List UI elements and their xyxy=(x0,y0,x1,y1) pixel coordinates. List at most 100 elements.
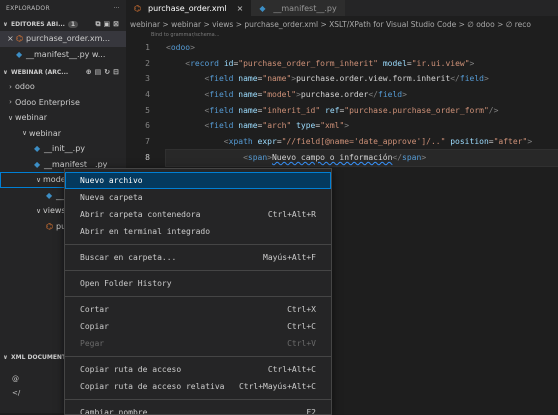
menu-item-label: Abrir carpeta contenedora xyxy=(80,210,201,219)
code-line[interactable]: <field name="inherit_id" ref="purchase.p… xyxy=(166,103,558,119)
menu-item-nuevo-archivo[interactable]: Nuevo archivo xyxy=(65,172,331,189)
menu-item-shortcut: Ctrl+V xyxy=(287,339,316,348)
menu-item-label: Abrir en terminal integrado xyxy=(80,227,211,236)
code-token: field xyxy=(209,121,234,131)
chevron-down-icon: ∨ xyxy=(7,113,14,122)
code-token: > xyxy=(469,58,475,68)
code-token: Nuevo campo o información xyxy=(271,152,393,162)
menu-item-abrir-en-terminal-integrado[interactable]: Abrir en terminal integrado xyxy=(65,223,331,240)
code-token: "name" xyxy=(262,74,292,84)
menu-item-label: Cambiar nombre xyxy=(80,408,148,415)
python-file-icon: ◆ xyxy=(16,49,23,59)
menu-item-label: Pegar xyxy=(80,339,105,348)
tree-item-odoo-enterprise[interactable]: › Odoo Enterprise xyxy=(0,95,126,111)
code-token: "ir.ui.view" xyxy=(411,58,470,68)
code-token: </ xyxy=(392,152,403,162)
tree-item-webinar-sub[interactable]: ∨ webinar xyxy=(0,126,126,142)
code-token: "purchase_order_form_inherit" xyxy=(238,58,378,68)
tree-item-label: Odoo Enterprise xyxy=(15,97,80,107)
line-number: 4 xyxy=(145,90,150,100)
chevron-down-icon: ∨ xyxy=(35,175,42,184)
menu-item-nueva-carpeta[interactable]: Nueva carpeta xyxy=(65,189,331,206)
line-number: 6 xyxy=(145,121,150,131)
code-line[interactable]: <field name="name">purchase.order.view.f… xyxy=(166,71,558,87)
menu-item-label: Cortar xyxy=(80,305,109,314)
workspace-section[interactable]: ∨ WEBINAR (ARC... ⊕▤↻⊟ xyxy=(0,65,126,79)
line-number: 1 xyxy=(145,43,150,52)
close-icon[interactable]: × xyxy=(7,34,16,43)
menu-item-cortar[interactable]: Cortar Ctrl+X xyxy=(65,301,331,318)
menu-separator xyxy=(65,356,331,357)
menu-item-copiar[interactable]: Copiar Ctrl+C xyxy=(65,318,331,335)
chevron-down-icon: ∨ xyxy=(21,129,28,138)
chevron-down-icon: ∨ xyxy=(35,206,42,215)
code-line[interactable]: <xpath expr="//field[@name='date_approve… xyxy=(166,134,558,150)
code-line[interactable]: <field name="model">purchase.order</fiel… xyxy=(166,87,558,103)
code-token: > xyxy=(483,74,489,84)
tree-item-label: odoo xyxy=(15,82,35,92)
code-token: span xyxy=(247,152,268,162)
workspace-label: WEBINAR (ARC... xyxy=(11,68,69,76)
menu-item-pegar[interactable]: Pegar Ctrl+V xyxy=(65,335,331,352)
menu-item-copiar-ruta-de-acceso[interactable]: Copiar ruta de acceso Ctrl+Alt+C xyxy=(65,361,331,378)
python-file-icon: ◆ xyxy=(34,144,41,154)
new-file-icon[interactable]: ⊕ xyxy=(86,68,95,76)
menu-item-label: Open Folder History xyxy=(80,279,172,288)
open-editors-section[interactable]: ∨ EDITORES ABI... 1 ⧉▣⊠ xyxy=(0,17,126,31)
code-token: > xyxy=(344,121,350,131)
save-all-icon[interactable]: ▣ xyxy=(104,20,114,28)
tree-item-init[interactable]: ◆ __init__.py xyxy=(0,141,126,157)
tree-item-odoo[interactable]: › odoo xyxy=(0,79,126,95)
tab-purchase-order-xml[interactable]: ⌬ purchase_order.xml × xyxy=(126,0,252,16)
collapse-all-icon[interactable]: ⊟ xyxy=(113,68,122,76)
tab-manifest-py[interactable]: ◆ __manifest__.py xyxy=(251,0,345,16)
line-number: 2 xyxy=(145,58,150,68)
menu-item-cambiar-nombre[interactable]: Cambiar nombre F2 xyxy=(65,404,331,415)
tree-item-webinar[interactable]: ∨ webinar xyxy=(0,110,126,126)
open-editor-label: purchase_order.xm... xyxy=(26,34,111,44)
code-token: > xyxy=(527,137,533,147)
code-token: "after" xyxy=(493,137,528,147)
new-untitled-file-icon[interactable]: ⧉ xyxy=(96,20,104,28)
section-actions: ⧉▣⊠ xyxy=(96,20,127,29)
code-token: name xyxy=(238,121,258,131)
menu-separator xyxy=(65,296,331,297)
code-token: "//field[@name='date_approve']/.." xyxy=(281,137,446,147)
new-folder-icon[interactable]: ▤ xyxy=(95,68,105,76)
menu-separator xyxy=(65,270,331,271)
code-token: "model" xyxy=(262,90,297,100)
menu-item-label: Copiar ruta de acceso relativa xyxy=(80,382,225,391)
open-editor-item[interactable]: ◆ __manifest__.py w... xyxy=(0,47,126,63)
chevron-down-icon: ∨ xyxy=(3,353,8,361)
chevron-down-icon: ∨ xyxy=(3,68,8,76)
code-token: "xml" xyxy=(320,121,345,131)
codelens-hint[interactable]: Bind to grammar/schema... xyxy=(151,32,220,38)
code-line[interactable]: <field name="arch" type="xml"> xyxy=(166,118,558,134)
line-number: 5 xyxy=(145,105,150,115)
breadcrumb[interactable]: webinar > webinar > views > purchase_ord… xyxy=(126,16,558,32)
tab-label: __manifest__.py xyxy=(273,3,337,13)
code-line[interactable]: <odoo> xyxy=(166,40,558,56)
close-icon[interactable]: × xyxy=(237,4,244,13)
code-token: field xyxy=(378,90,403,100)
tab-label: purchase_order.xml xyxy=(148,3,227,13)
code-token: </ xyxy=(450,74,460,84)
close-all-icon[interactable]: ⊠ xyxy=(113,20,122,28)
code-token: type xyxy=(296,121,316,131)
code-line[interactable]: <record id="purchase_order_form_inherit"… xyxy=(166,56,558,72)
line-number: 3 xyxy=(145,74,150,84)
menu-item-open-folder-history[interactable]: Open Folder History xyxy=(65,275,331,292)
code-token: "arch" xyxy=(262,121,292,131)
menu-item-copiar-ruta-de-acceso-relativa[interactable]: Copiar ruta de acceso relativa Ctrl+Mayús… xyxy=(65,378,331,395)
code-token: "purchase.purchase_order_form" xyxy=(344,105,489,115)
menu-item-abrir-carpeta-contenedora[interactable]: Abrir carpeta contenedora Ctrl+Alt+R xyxy=(65,206,331,223)
code-token: field xyxy=(209,74,234,84)
code-line[interactable]: <span>Nuevo campo o información</span> xyxy=(165,148,558,167)
more-actions-icon[interactable]: ··· xyxy=(113,5,120,12)
menu-item-buscar-en-carpeta[interactable]: Buscar en carpeta... Mayús+Alt+F xyxy=(65,249,331,266)
refresh-icon[interactable]: ↻ xyxy=(104,68,113,76)
explorer-header: EXPLORADOR ··· xyxy=(0,0,126,17)
open-editor-item[interactable]: × ⌬ purchase_order.xm... xyxy=(0,31,126,47)
code-token: > xyxy=(190,43,195,52)
code-token: expr xyxy=(257,137,277,147)
